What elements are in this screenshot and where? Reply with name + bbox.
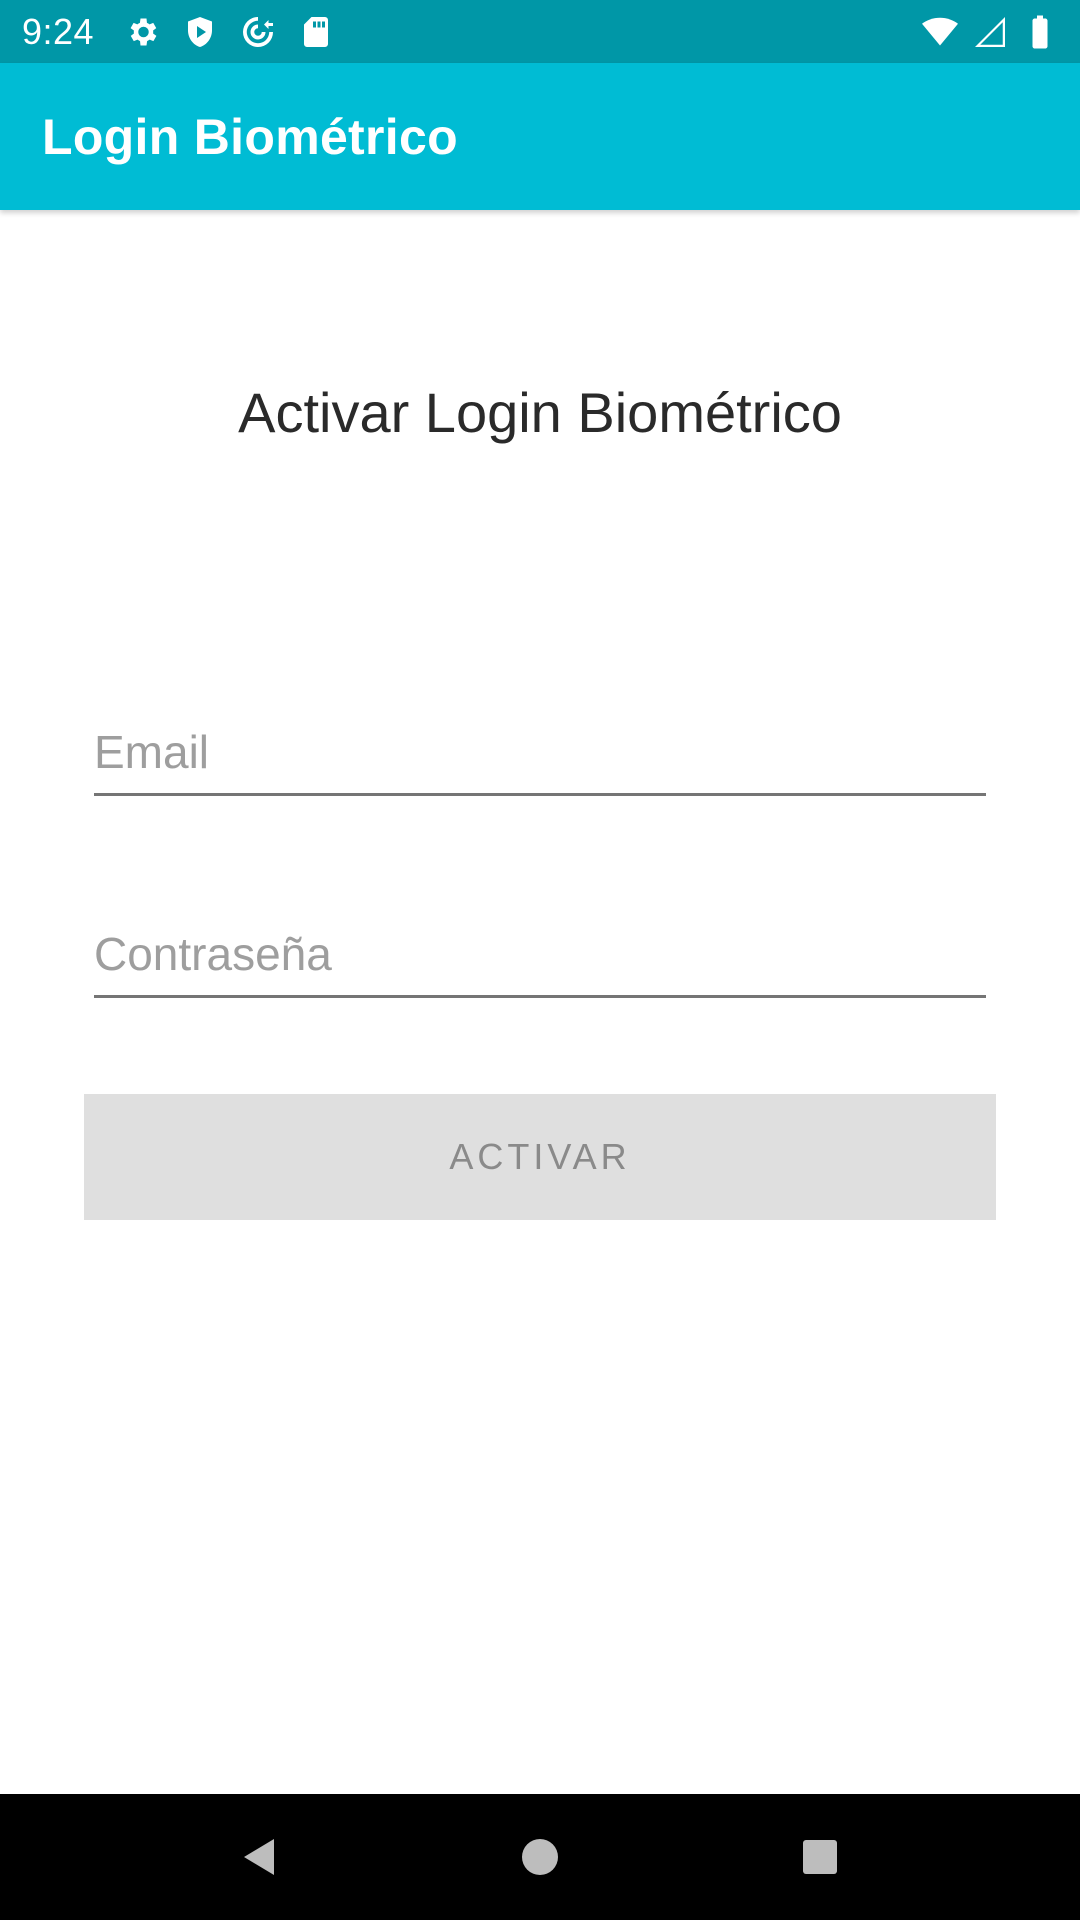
app-bar: Login Biométrico: [0, 63, 1080, 210]
back-button[interactable]: [215, 1812, 305, 1902]
home-icon: [522, 1839, 558, 1875]
cell-signal-icon: [972, 14, 1008, 50]
recents-icon: [803, 1840, 837, 1874]
shield-play-icon: [182, 14, 218, 50]
activate-button[interactable]: ACTIVAR: [84, 1094, 996, 1220]
main-content: Activar Login Biométrico ACTIVAR: [0, 210, 1080, 1794]
at-sync-icon: [240, 14, 276, 50]
email-field[interactable]: [94, 716, 986, 796]
home-button[interactable]: [495, 1812, 585, 1902]
back-icon: [244, 1839, 274, 1875]
screen-heading: Activar Login Biométrico: [238, 381, 842, 444]
sd-card-icon: [298, 14, 334, 50]
app-title: Login Biométrico: [42, 108, 458, 165]
system-icons: [922, 14, 1058, 50]
activate-button-label: ACTIVAR: [449, 1136, 631, 1177]
password-field[interactable]: [94, 918, 986, 998]
battery-icon: [1022, 14, 1058, 50]
recents-button[interactable]: [775, 1812, 865, 1902]
navigation-bar: [0, 1794, 1080, 1920]
status-time: 9:24: [22, 10, 95, 52]
status-bar: 9:24: [0, 0, 1080, 63]
wifi-icon: [922, 14, 958, 50]
notification-icons: [124, 14, 334, 50]
gear-icon: [124, 14, 160, 50]
